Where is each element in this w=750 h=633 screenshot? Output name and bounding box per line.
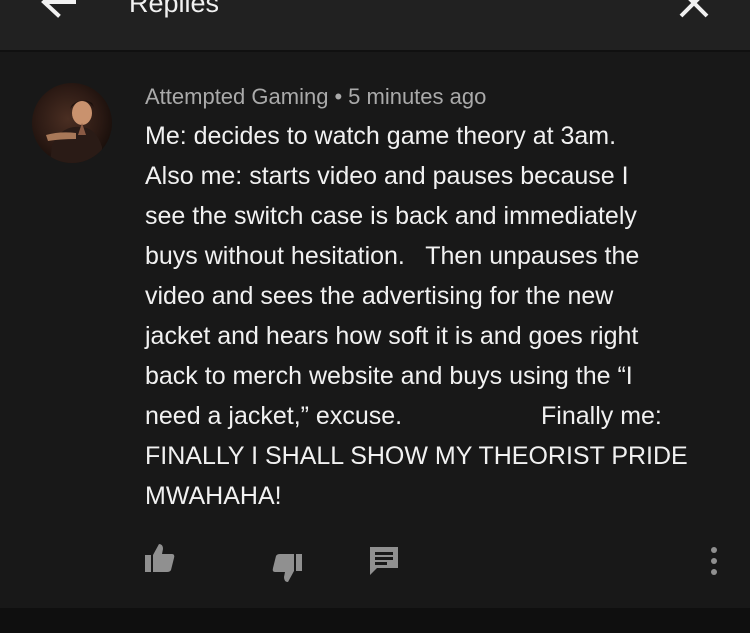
- comment-line: Also me: starts video and pauses because…: [145, 162, 629, 190]
- page-title: Replies: [129, 0, 220, 18]
- next-comment-strip: [0, 608, 750, 633]
- comment-actions: [0, 542, 750, 582]
- comment-line: MWAHAHA!: [145, 482, 282, 510]
- avatar[interactable]: [32, 83, 112, 163]
- comment-line: jacket and hears how soft it is and goes…: [145, 322, 639, 350]
- comment-timestamp: 5 minutes ago: [348, 84, 487, 109]
- replies-header: Replies: [0, 0, 750, 50]
- comment-text: Me: decides to watch game theory at 3am.…: [145, 116, 725, 516]
- more-vertical-icon[interactable]: [697, 544, 731, 578]
- comment-line: back to merch website and buys using the…: [145, 362, 633, 390]
- thumb-down-icon[interactable]: [270, 550, 304, 584]
- close-icon[interactable]: [677, 0, 711, 20]
- author-name[interactable]: Attempted Gaming: [145, 84, 328, 109]
- comment-item: Attempted Gaming • 5 minutes ago Me: decid…: [0, 52, 750, 608]
- comment-line: FINALLY I SHALL SHOW MY THEORIST PRIDE: [145, 442, 688, 470]
- comment-line: buys without hesitation. Then unpauses t…: [145, 242, 640, 270]
- comment-line: need a jacket,” excuse. Finally me:: [145, 402, 662, 430]
- comment-line: Me: decides to watch game theory at 3am.: [145, 122, 617, 150]
- comment-line: see the switch case is back and immediat…: [145, 202, 637, 230]
- comment-line: video and sees the advertising for the n…: [145, 282, 614, 310]
- meta-separator: •: [334, 84, 343, 109]
- reply-comment-icon[interactable]: [367, 544, 401, 578]
- back-arrow-icon[interactable]: [38, 0, 78, 22]
- thumb-up-icon[interactable]: [143, 542, 177, 576]
- comment-meta: Attempted Gaming • 5 minutes ago: [145, 84, 486, 110]
